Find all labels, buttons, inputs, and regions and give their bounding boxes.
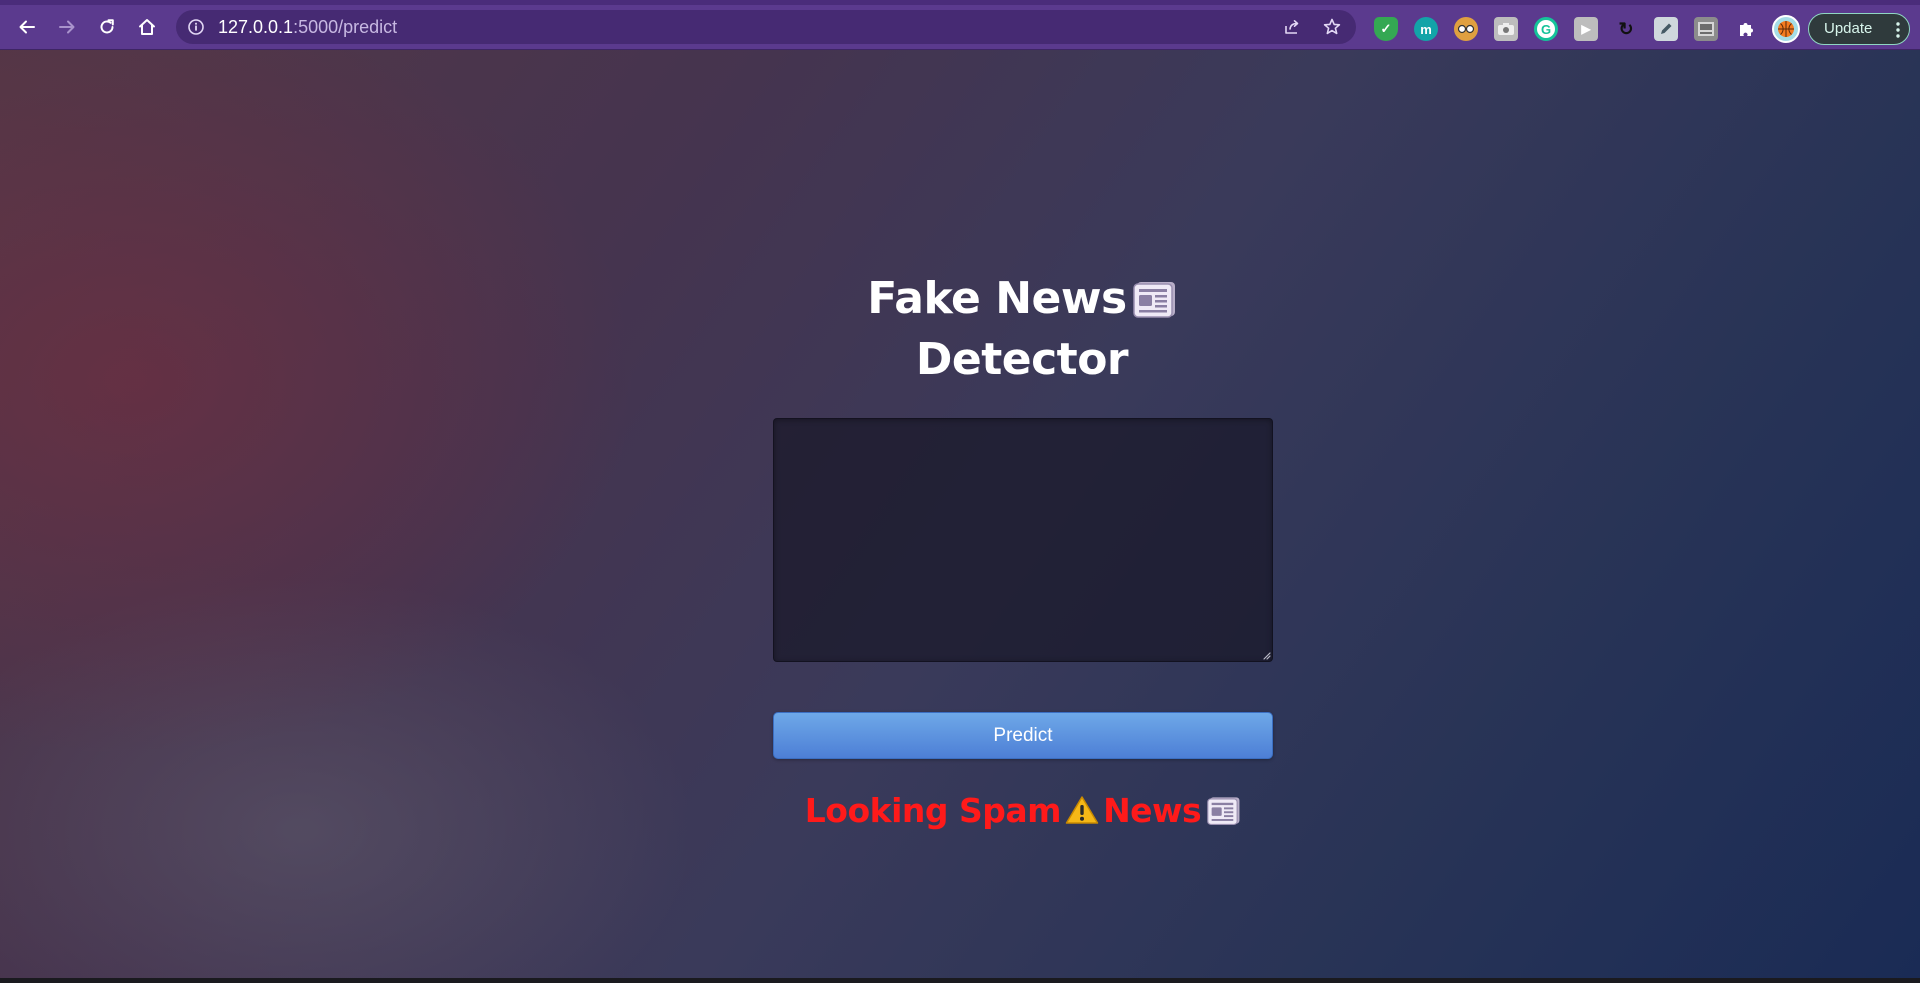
grammarly-extension-icon[interactable]: G — [1534, 17, 1558, 41]
url-host: 127.0.0.1 — [218, 17, 294, 37]
site-info-icon[interactable] — [186, 17, 206, 37]
page-title: Fake News Detector — [822, 268, 1222, 390]
m-extension-icon[interactable]: m — [1414, 17, 1438, 41]
shield-check-extension-icon[interactable]: ✓ — [1374, 17, 1398, 41]
forward-arrow-icon — [59, 20, 75, 34]
back-button[interactable] — [10, 10, 44, 44]
camera-icon — [1498, 23, 1514, 35]
update-label: Update — [1824, 20, 1873, 37]
title-line-2: Detector — [915, 334, 1129, 385]
thumbnail-extension-icon[interactable] — [1694, 17, 1718, 41]
result-text-2: News — [1103, 791, 1202, 830]
pen-extension-icon[interactable] — [1654, 17, 1678, 41]
spy-extension-icon[interactable] — [1454, 17, 1478, 41]
url-path: :5000/predict — [293, 17, 398, 37]
url-text[interactable]: 127.0.0.1:5000/predict — [218, 10, 397, 44]
prediction-result: Looking Spam News — [760, 785, 1286, 837]
reload-icon — [100, 19, 114, 34]
browser-toolbar: 127.0.0.1:5000/predict ✓ m G ▶ ↻ Update — [0, 5, 1920, 50]
thumbnail-icon — [1698, 22, 1714, 36]
bottom-edge — [0, 978, 1920, 983]
predict-button[interactable]: Predict — [773, 712, 1273, 759]
back-arrow-icon — [19, 20, 35, 34]
title-line-1: Fake News — [867, 273, 1127, 324]
play-extension-icon[interactable]: ▶ — [1574, 17, 1598, 41]
home-icon — [139, 19, 155, 35]
camera-extension-icon[interactable] — [1494, 17, 1518, 41]
share-icon[interactable] — [1282, 17, 1302, 37]
sync-extension-icon[interactable]: ↻ — [1614, 17, 1638, 41]
update-button[interactable]: Update — [1808, 13, 1910, 45]
result-text-1: Looking Spam — [804, 791, 1062, 830]
bookmark-star-icon[interactable] — [1322, 17, 1342, 37]
address-bar[interactable]: 127.0.0.1:5000/predict — [176, 10, 1356, 44]
more-menu-icon — [1896, 22, 1900, 38]
forward-button[interactable] — [50, 10, 84, 44]
newspaper-icon — [1132, 282, 1175, 318]
glasses-icon — [1457, 24, 1475, 34]
news-text-input[interactable] — [773, 418, 1273, 662]
profile-avatar[interactable] — [1772, 15, 1800, 43]
pen-icon — [1661, 23, 1672, 34]
basketball-icon — [1778, 21, 1794, 37]
reload-button[interactable] — [90, 10, 124, 44]
extensions-puzzle-icon[interactable] — [1734, 17, 1758, 41]
resize-handle-icon[interactable] — [1261, 650, 1271, 660]
warning-icon — [1065, 796, 1099, 824]
puzzle-icon — [1740, 23, 1753, 36]
home-button[interactable] — [130, 10, 164, 44]
newspaper-icon — [1207, 797, 1240, 825]
